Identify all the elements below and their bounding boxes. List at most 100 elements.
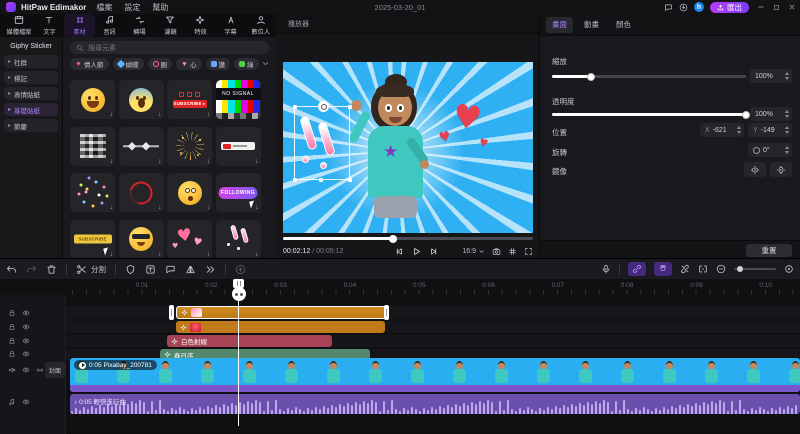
toolbar-item-sticker[interactable]: 素材 — [64, 14, 95, 37]
next-frame-button[interactable] — [429, 247, 438, 256]
seek-bar[interactable] — [283, 234, 533, 243]
search-input[interactable]: 搜尋元素 — [70, 41, 269, 54]
locate-icon[interactable] — [784, 264, 794, 274]
sidebar-item-0[interactable]: ▸ 社群 — [4, 55, 58, 68]
hearts-sticker[interactable]: ♥ ♥ ♥ ↓ — [167, 219, 212, 258]
exclamation-sticker[interactable]: ↓ — [215, 219, 261, 258]
mute-icon[interactable] — [8, 366, 16, 374]
tab-1[interactable]: 動畫 — [578, 17, 605, 33]
sidebar-item-1[interactable]: ▸ 標記 — [4, 71, 58, 84]
position-y-field[interactable]: Y -149 — [748, 123, 792, 137]
play-button[interactable] — [412, 247, 421, 256]
download-icon[interactable]: ↓ — [207, 158, 211, 165]
redo-icon[interactable] — [26, 264, 37, 275]
selection-handle[interactable] — [318, 101, 329, 112]
note-icon[interactable] — [8, 398, 16, 406]
filter-chip-4[interactable]: 讚 — [205, 58, 230, 70]
no-signal-sticker[interactable]: NO SIGNAL ↓ — [215, 80, 261, 119]
trim-handle-right[interactable] — [384, 305, 389, 320]
timeline-zoom-slider[interactable] — [734, 266, 776, 272]
effect-clip[interactable]: 白色射線 — [167, 335, 332, 347]
playhead-handle[interactable] — [231, 287, 246, 301]
audio-clip[interactable]: ♪ 0:05 輕快進行曲 — [70, 394, 800, 414]
account-avatar[interactable]: h — [694, 2, 704, 12]
playhead[interactable] — [231, 279, 246, 426]
timeline-ruler[interactable]: 0:01 0:02 0:03 0:04 0:05 0:06 0:07 0:08 0:09 0:10 — [66, 279, 800, 295]
snapshot-icon[interactable] — [492, 247, 501, 256]
menu-item-0[interactable]: 檔案 — [96, 2, 112, 13]
crop-icon[interactable] — [125, 264, 136, 275]
video-clip[interactable]: 0:05 Pixabay_200781 — [70, 358, 800, 392]
flip-vertical-button[interactable] — [770, 162, 792, 177]
flushed-emoji-sticker[interactable]: ↓ — [167, 173, 212, 212]
following-banner-sticker[interactable]: FOLLOWING ↓ — [215, 173, 261, 212]
toolbar-item-subtitle[interactable]: 字幕 — [216, 14, 246, 37]
trim-handle-left[interactable] — [169, 305, 174, 320]
chain-icon[interactable] — [36, 366, 44, 374]
record-icon[interactable] — [235, 264, 246, 275]
sidebar-item-2[interactable]: ▸ 表情貼紙 — [4, 87, 58, 100]
tab-0[interactable]: 畫面 — [546, 16, 573, 33]
rotation-field[interactable]: 0° — [748, 143, 792, 157]
previous-frame-button[interactable] — [395, 247, 404, 256]
cool-emoji-sticker[interactable]: ↓ — [118, 219, 164, 258]
screaming-emoji-sticker[interactable]: ↓ — [118, 80, 164, 119]
yellow-subscribe-sticker[interactable]: SUBSCRIBE ↓ — [70, 219, 115, 258]
undo-icon[interactable] — [6, 264, 17, 275]
lock-icon[interactable] — [8, 350, 16, 358]
download-icon[interactable]: ↓ — [158, 251, 162, 258]
magnet-icon[interactable] — [654, 262, 672, 276]
download-icon[interactable]: ↓ — [110, 204, 114, 211]
download-icon[interactable]: ↓ — [255, 111, 259, 118]
close-button[interactable] — [788, 3, 796, 11]
filter-chip-1[interactable]: 蝴蝶 — [112, 58, 144, 70]
eye-icon[interactable] — [22, 309, 30, 317]
menu-item-1[interactable]: 設定 — [124, 2, 140, 13]
lock-icon[interactable] — [8, 337, 16, 345]
freeze-frame-icon[interactable] — [145, 264, 156, 275]
fit-icon[interactable] — [698, 264, 708, 274]
position-x-field[interactable]: X -621 — [700, 123, 744, 137]
update-icon[interactable] — [679, 3, 688, 12]
download-icon[interactable]: ↓ — [110, 251, 114, 258]
zoom-out-icon[interactable] — [716, 264, 726, 274]
eye-icon[interactable] — [22, 337, 30, 345]
eye-icon[interactable] — [22, 398, 30, 406]
download-icon[interactable]: ↓ — [158, 158, 162, 165]
sticker-selection-box[interactable] — [292, 101, 352, 182]
feedback-icon[interactable] — [664, 3, 673, 12]
split-label[interactable]: 分割 — [91, 264, 106, 275]
flip-horizontal-button[interactable] — [744, 162, 766, 177]
filter-chip-3[interactable]: ♥ 心 — [176, 58, 202, 70]
download-icon[interactable]: ↓ — [207, 204, 211, 211]
download-icon[interactable]: ↓ — [207, 111, 211, 118]
sidebar-item-4[interactable]: ▸ 節慶 — [4, 119, 58, 132]
tab-2[interactable]: 顏色 — [610, 17, 637, 33]
sticker-clip[interactable] — [176, 321, 385, 333]
mic-icon[interactable] — [601, 264, 611, 274]
download-icon[interactable]: ↓ — [255, 158, 259, 165]
export-button[interactable]: 匯出 — [710, 1, 749, 13]
minimize-button[interactable] — [757, 3, 765, 11]
filter-chip-5[interactable]: 綠 — [234, 58, 259, 70]
circle-scribble-sticker[interactable]: ↓ — [118, 173, 164, 212]
opacity-value[interactable]: 100% — [750, 107, 792, 121]
subscribe-banner-sticker[interactable]: SUBSCRIBE ▸ ↓ — [167, 80, 212, 119]
scissors-icon[interactable] — [76, 264, 87, 275]
lock-icon[interactable] — [8, 309, 16, 317]
reset-button[interactable]: 重置 — [746, 243, 792, 257]
seek-thumb[interactable] — [389, 234, 397, 243]
cover-button[interactable]: 封面 — [45, 362, 65, 378]
download-icon[interactable]: ↓ — [158, 111, 162, 118]
toolbar-item-avatar[interactable]: 數位人 — [246, 14, 276, 37]
toolbar-item-fx[interactable]: 特效 — [185, 14, 215, 37]
chevron-down-icon[interactable] — [261, 59, 270, 68]
subscribe-bar-sticker[interactable]: ↓ — [215, 126, 261, 166]
speed-icon[interactable] — [205, 264, 216, 275]
laughing-emoji-sticker[interactable]: ↓ — [70, 80, 115, 119]
sticker-clip-selected[interactable] — [176, 306, 386, 319]
download-icon[interactable]: ↓ — [207, 251, 211, 258]
eye-icon[interactable] — [22, 350, 30, 358]
waveform-sticker[interactable]: ↓ — [118, 126, 164, 166]
opacity-slider[interactable] — [552, 110, 750, 119]
